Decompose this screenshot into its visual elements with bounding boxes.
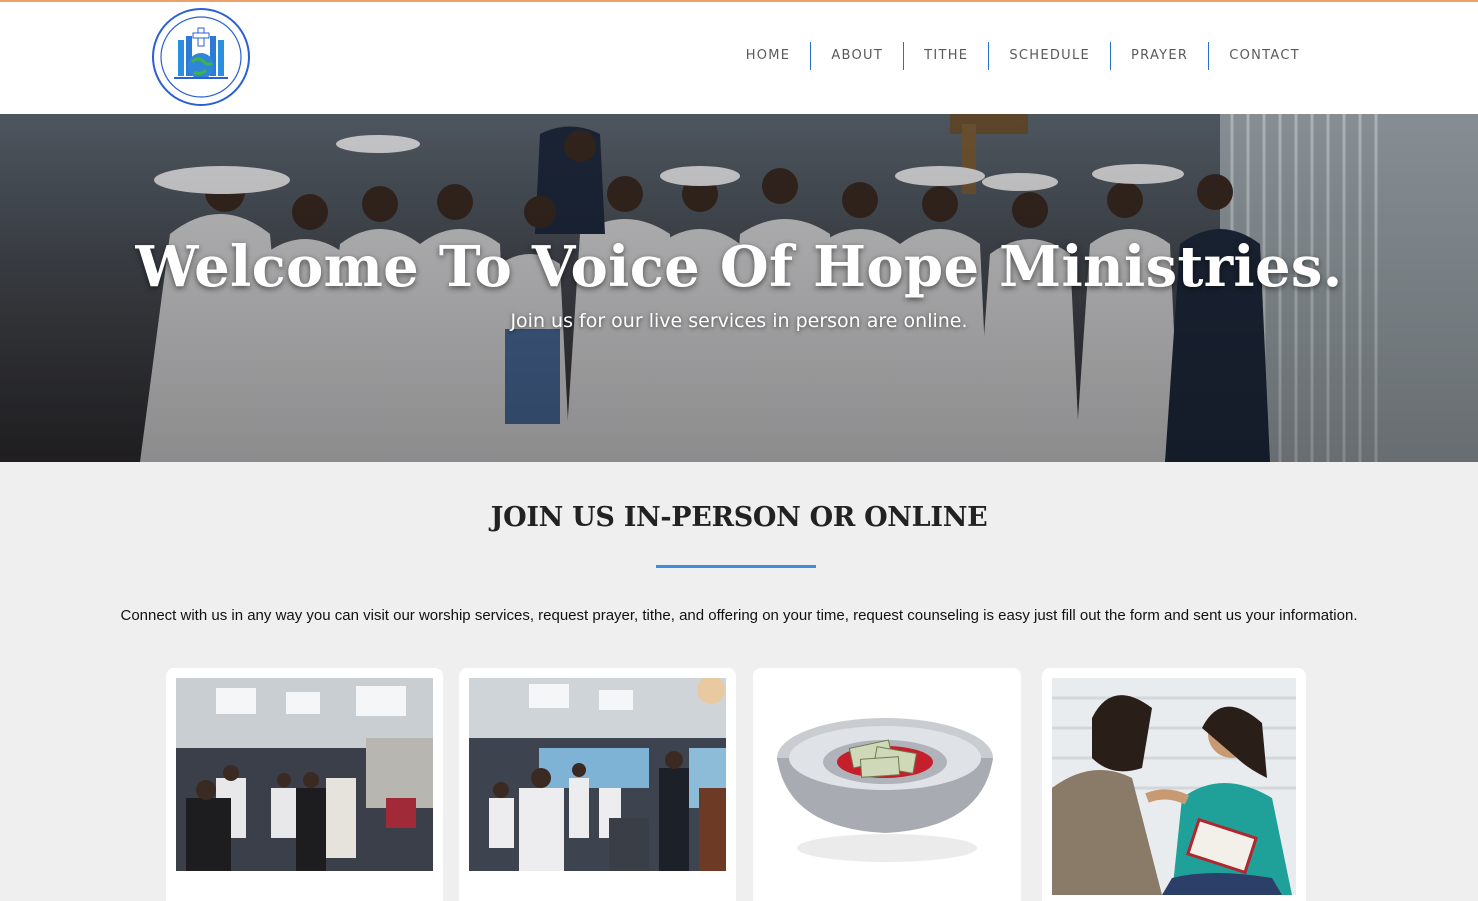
main-nav: HOME ABOUT TITHE SCHEDULE PRAYER CONTACT	[726, 42, 1320, 70]
hero-banner: Welcome To Voice Of Hope Ministries. Joi…	[0, 114, 1478, 462]
nav-contact[interactable]: CONTACT	[1209, 42, 1320, 70]
nav-prayer[interactable]: PRAYER	[1111, 42, 1208, 70]
nav-home[interactable]: HOME	[726, 42, 811, 70]
hero-title: Welcome To Voice Of Hope Ministries.	[135, 234, 1343, 300]
card-tithe[interactable]	[753, 668, 1021, 901]
site-header: HOME ABOUT TITHE SCHEDULE PRAYER CONTACT	[0, 2, 1478, 114]
card-counseling[interactable]	[1042, 668, 1306, 901]
counseling-photo	[1052, 678, 1296, 895]
nav-schedule[interactable]: SCHEDULE	[989, 42, 1110, 70]
section-description: Connect with us in any way you can visit…	[120, 607, 1358, 624]
worship-service-photo	[176, 678, 433, 871]
nav-tithe[interactable]: TITHE	[904, 42, 988, 70]
section-title: JOIN US IN-PERSON OR ONLINE	[490, 502, 988, 533]
card-worship[interactable]	[166, 668, 443, 901]
logo-emblem-icon	[152, 8, 250, 106]
nav-about[interactable]: ABOUT	[811, 42, 903, 70]
congregation-prayer-photo	[469, 678, 726, 871]
section-divider	[656, 565, 816, 568]
offering-plate-photo	[763, 678, 1011, 871]
site-logo[interactable]	[150, 6, 252, 108]
card-prayer[interactable]	[459, 668, 736, 901]
hero-subtitle: Join us for our live services in person …	[510, 310, 968, 332]
